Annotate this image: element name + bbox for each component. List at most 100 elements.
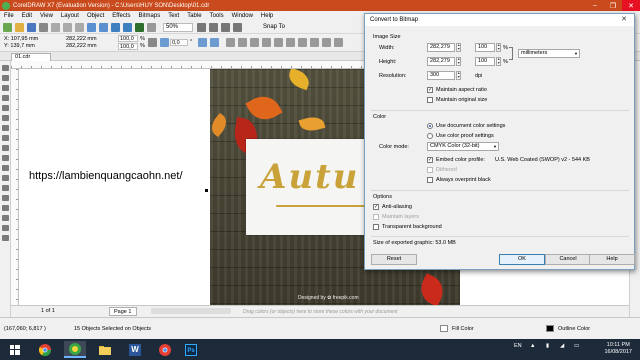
align-icon[interactable] <box>262 38 271 47</box>
rectangle-tool-icon[interactable] <box>2 125 9 131</box>
ok-button[interactable]: OK <box>499 254 545 265</box>
menu-view[interactable]: View <box>40 13 53 19</box>
maintain-aspect-checkbox[interactable]: ✓ <box>427 87 433 93</box>
menu-table[interactable]: Table <box>187 13 201 19</box>
width-percent-input[interactable]: 100 <box>475 43 495 52</box>
polygon-tool-icon[interactable] <box>2 145 9 151</box>
lock-ratio-icon[interactable] <box>148 38 157 47</box>
network-icon[interactable]: ▮ <box>546 343 549 349</box>
maximize-button[interactable]: ❐ <box>604 0 622 11</box>
menu-bitmaps[interactable]: Bitmaps <box>139 13 161 19</box>
volume-icon[interactable]: ◢ <box>560 343 564 349</box>
menu-tools[interactable]: Tools <box>210 13 224 19</box>
battery-icon[interactable]: ▭ <box>574 343 579 349</box>
width-field[interactable]: 282,222 mm <box>66 36 97 42</box>
transparency-tool-icon[interactable] <box>2 195 9 201</box>
menu-help[interactable]: Help <box>261 13 273 19</box>
freehand-tool-icon[interactable] <box>2 105 9 111</box>
cut-icon[interactable] <box>51 22 60 32</box>
scale-height-field[interactable]: 100,0 <box>118 43 138 50</box>
print-icon[interactable] <box>39 22 48 32</box>
shape-tool-icon[interactable] <box>2 75 9 81</box>
to-back-icon[interactable] <box>286 38 295 47</box>
height-spinner[interactable]: ▲ ▼ <box>456 57 461 66</box>
group-icon[interactable] <box>226 38 235 47</box>
add-tool-icon[interactable] <box>2 235 9 241</box>
menu-object[interactable]: Object <box>87 13 104 19</box>
open-icon[interactable] <box>15 22 24 32</box>
save-icon[interactable] <box>27 22 36 32</box>
rotation-angle-field[interactable]: 0,0 <box>170 39 188 46</box>
menu-text[interactable]: Text <box>168 13 179 19</box>
smart-fill-tool-icon[interactable] <box>2 225 9 231</box>
new-document-icon[interactable] <box>3 22 12 32</box>
language-indicator[interactable]: EN <box>514 343 522 349</box>
scale-width-field[interactable]: 100,0 <box>118 35 138 42</box>
weld-icon[interactable] <box>298 38 307 47</box>
redo-icon[interactable] <box>99 22 108 32</box>
chrome-profile-icon[interactable] <box>154 341 176 358</box>
height-percent-spinner[interactable]: ▲ ▼ <box>496 57 501 66</box>
selection-handle[interactable] <box>205 189 208 192</box>
menu-effects[interactable]: Effects <box>112 13 130 19</box>
ungroup-icon[interactable] <box>238 38 247 47</box>
import-icon[interactable] <box>111 22 120 32</box>
height-percent-input[interactable]: 100 <box>475 57 495 66</box>
trim-icon[interactable] <box>310 38 319 47</box>
zoom-icon[interactable] <box>197 22 206 32</box>
cancel-button[interactable]: Cancel <box>545 254 591 265</box>
connector-tool-icon[interactable] <box>2 175 9 181</box>
width-input[interactable]: 282,279 <box>427 43 455 52</box>
mirror-horizontal-icon[interactable] <box>198 38 207 47</box>
grid-icon[interactable] <box>221 22 230 32</box>
units-dropdown[interactable]: millimeters ▼ <box>518 49 580 58</box>
embed-profile-checkbox[interactable]: ✓ <box>427 157 433 163</box>
snap-to-dropdown[interactable]: Snap To <box>263 24 285 30</box>
color-mode-dropdown[interactable]: CMYK Color (32-bit) ▼ <box>427 142 499 151</box>
outline-color-swatch-icon[interactable] <box>546 325 554 332</box>
width-spinner[interactable]: ▲ ▼ <box>456 43 461 52</box>
word-icon[interactable]: W <box>124 341 146 358</box>
close-button[interactable]: ✕ <box>622 0 640 11</box>
pick-tool-icon[interactable] <box>2 65 9 71</box>
use-proof-color-radio[interactable] <box>427 133 433 139</box>
anti-aliasing-checkbox[interactable]: ✓ <box>373 204 379 210</box>
help-button[interactable]: Help <box>589 254 635 265</box>
ellipse-tool-icon[interactable] <box>2 135 9 141</box>
menu-layout[interactable]: Layout <box>61 13 79 19</box>
paste-icon[interactable] <box>75 22 84 32</box>
minimize-button[interactable]: – <box>586 0 604 11</box>
dithered-checkbox[interactable] <box>427 167 433 173</box>
width-percent-spinner[interactable]: ▲ ▼ <box>496 43 501 52</box>
dialog-close-button[interactable]: ✕ <box>614 14 634 26</box>
maintain-original-checkbox[interactable] <box>427 97 433 103</box>
transparent-background-checkbox[interactable] <box>373 224 379 230</box>
photoshop-icon[interactable]: Ps <box>180 341 202 358</box>
artistic-media-tool-icon[interactable] <box>2 115 9 121</box>
coreldraw-taskbar-icon[interactable] <box>64 341 86 358</box>
menu-edit[interactable]: Edit <box>22 13 32 19</box>
mirror-vertical-icon[interactable] <box>210 38 219 47</box>
eyedropper-tool-icon[interactable] <box>2 205 9 211</box>
taskbar-clock[interactable]: 10:11 PM 16/08/2017 <box>604 342 632 356</box>
y-position-field[interactable]: Y: 139,7 mm <box>4 43 35 49</box>
zoom-level-select[interactable]: 50% <box>163 22 193 32</box>
zoom-tool-icon[interactable] <box>2 95 9 101</box>
combine-icon[interactable] <box>250 38 259 47</box>
height-field[interactable]: 282,222 mm <box>66 43 97 49</box>
start-icon[interactable] <box>4 341 26 358</box>
horizontal-scrollbar[interactable] <box>151 308 231 314</box>
use-document-color-radio[interactable] <box>427 123 433 129</box>
copy-icon[interactable] <box>63 22 72 32</box>
tray-expand-icon[interactable]: ▲ <box>530 343 535 349</box>
height-input[interactable]: 282,279 <box>427 57 455 66</box>
x-position-field[interactable]: X: 107,95 mm <box>4 36 38 42</box>
full-screen-icon[interactable] <box>147 22 156 32</box>
document-tab[interactable]: 01.cdr <box>11 53 51 61</box>
rulers-icon[interactable] <box>209 22 218 32</box>
publish-pdf-icon[interactable] <box>135 22 144 32</box>
guidelines-icon[interactable] <box>233 22 242 32</box>
resolution-spinner[interactable]: ▲ ▼ <box>456 71 461 80</box>
page-tab[interactable]: Page 1 <box>109 307 137 316</box>
parallel-dimension-tool-icon[interactable] <box>2 165 9 171</box>
